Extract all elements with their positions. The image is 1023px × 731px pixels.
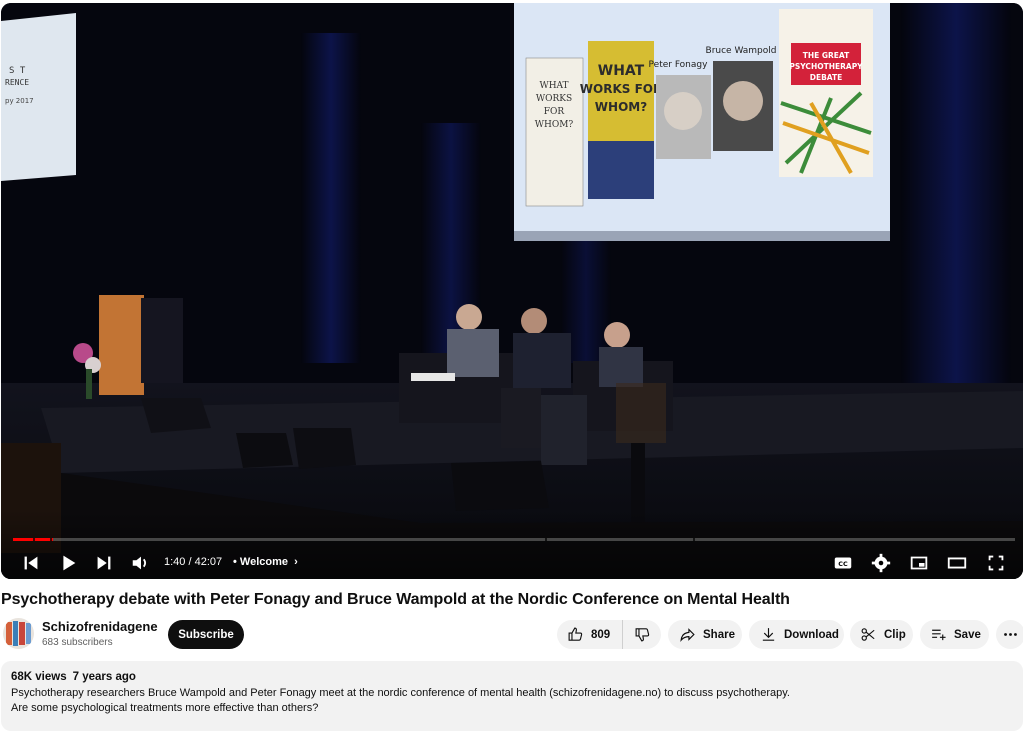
time-display: 1:40 / 42:07 xyxy=(164,556,222,568)
thumbs-up-icon xyxy=(568,627,583,641)
svg-text:py 2017: py 2017 xyxy=(5,97,34,105)
dislike-button[interactable] xyxy=(623,620,661,649)
video-title: Psychotherapy debate with Peter Fonagy a… xyxy=(1,591,790,608)
share-button[interactable]: Share xyxy=(668,620,742,649)
svg-text:FOR: FOR xyxy=(544,107,565,117)
channel-avatar[interactable] xyxy=(3,618,34,649)
captions-icon: CC xyxy=(834,557,852,569)
chapter-dot: • xyxy=(233,556,240,568)
time-total: 42:07 xyxy=(194,556,223,568)
description-meta: 68K views 7 years ago xyxy=(11,671,1013,683)
time-separator: / xyxy=(188,556,192,568)
chapter-marker xyxy=(693,538,695,541)
clip-label: Clip xyxy=(884,628,906,641)
share-icon xyxy=(680,628,695,643)
svg-text:THE GREAT: THE GREAT xyxy=(803,51,850,60)
fullscreen-icon xyxy=(988,555,1004,571)
svg-text:WORKS FOR: WORKS FOR xyxy=(580,82,662,96)
like-count: 809 xyxy=(591,628,611,641)
download-button[interactable]: Download xyxy=(749,620,844,649)
play-icon xyxy=(63,555,76,571)
description-box[interactable]: 68K views 7 years ago Psychotherapy resea… xyxy=(1,661,1023,731)
save-label: Save xyxy=(954,628,981,641)
svg-text:DEBATE: DEBATE xyxy=(810,73,843,82)
chapter-marker xyxy=(33,538,35,541)
player-controls: 1:40 / 42:07 • Welcome › CC xyxy=(1,545,1023,579)
previous-button[interactable] xyxy=(17,549,45,577)
progress-bar[interactable] xyxy=(13,538,1015,541)
svg-text:PSYCHOTHERAPY: PSYCHOTHERAPY xyxy=(789,62,863,71)
video-frame[interactable]: S T RENCE py 2017 WHAT WORKS FOR WHOM? W… xyxy=(1,3,1023,579)
clip-button[interactable]: Clip xyxy=(850,620,913,649)
theater-icon xyxy=(947,557,967,569)
description-line: Psychotherapy researchers Bruce Wampold … xyxy=(11,687,790,699)
svg-text:Peter Fonagy: Peter Fonagy xyxy=(649,60,709,70)
svg-text:RENCE: RENCE xyxy=(5,78,29,87)
settings-button[interactable] xyxy=(867,549,895,577)
volume-icon xyxy=(132,556,147,570)
clip-icon xyxy=(861,628,875,641)
svg-text:Bruce Wampold: Bruce Wampold xyxy=(706,46,777,56)
save-button[interactable]: Save xyxy=(920,620,989,649)
svg-text:WHAT: WHAT xyxy=(598,63,645,79)
svg-text:CC: CC xyxy=(838,560,848,568)
like-dislike-group: 809 xyxy=(557,620,661,649)
fullscreen-button[interactable] xyxy=(982,549,1010,577)
more-icon xyxy=(1004,633,1017,636)
svg-text:WHOM?: WHOM? xyxy=(595,100,647,114)
chapter-marker xyxy=(50,538,52,541)
miniplayer-icon xyxy=(910,556,928,570)
volume-button[interactable] xyxy=(127,549,155,577)
chevron-right-icon: › xyxy=(291,556,298,568)
share-label: Share xyxy=(703,628,735,641)
next-icon xyxy=(97,556,111,570)
more-actions-button[interactable] xyxy=(996,620,1023,649)
svg-text:S T: S T xyxy=(9,66,26,76)
previous-icon xyxy=(24,556,38,570)
chapter-marker xyxy=(545,538,547,541)
chapter-title: Welcome xyxy=(239,556,289,568)
video-player[interactable]: S T RENCE py 2017 WHAT WORKS FOR WHOM? W… xyxy=(1,3,1023,579)
like-button[interactable]: 809 xyxy=(557,620,623,649)
thumbs-down-icon xyxy=(635,628,649,642)
svg-text:WHOM?: WHOM? xyxy=(535,120,574,130)
miniplayer-button[interactable] xyxy=(905,549,933,577)
theater-mode-button[interactable] xyxy=(943,549,971,577)
download-icon xyxy=(762,628,775,641)
time-current: 1:40 xyxy=(164,556,186,568)
captions-button[interactable]: CC xyxy=(829,549,857,577)
svg-text:WHAT: WHAT xyxy=(539,81,568,91)
play-button[interactable] xyxy=(54,549,82,577)
save-playlist-icon xyxy=(932,629,946,641)
chapter-button[interactable]: • Welcome › xyxy=(233,556,298,568)
description-line: Are some psychological treatments more e… xyxy=(11,702,319,714)
upload-age: 7 years ago xyxy=(72,671,136,683)
channel-name[interactable]: Schizofrenidagene xyxy=(42,619,158,634)
subscribe-button[interactable]: Subscribe xyxy=(168,620,244,649)
next-button[interactable] xyxy=(90,549,118,577)
download-label: Download xyxy=(784,628,839,641)
svg-text:WORKS: WORKS xyxy=(536,94,572,104)
settings-icon xyxy=(871,553,891,573)
subscriber-count: 683 subscribers xyxy=(42,637,113,648)
view-count: 68K views xyxy=(11,671,67,683)
